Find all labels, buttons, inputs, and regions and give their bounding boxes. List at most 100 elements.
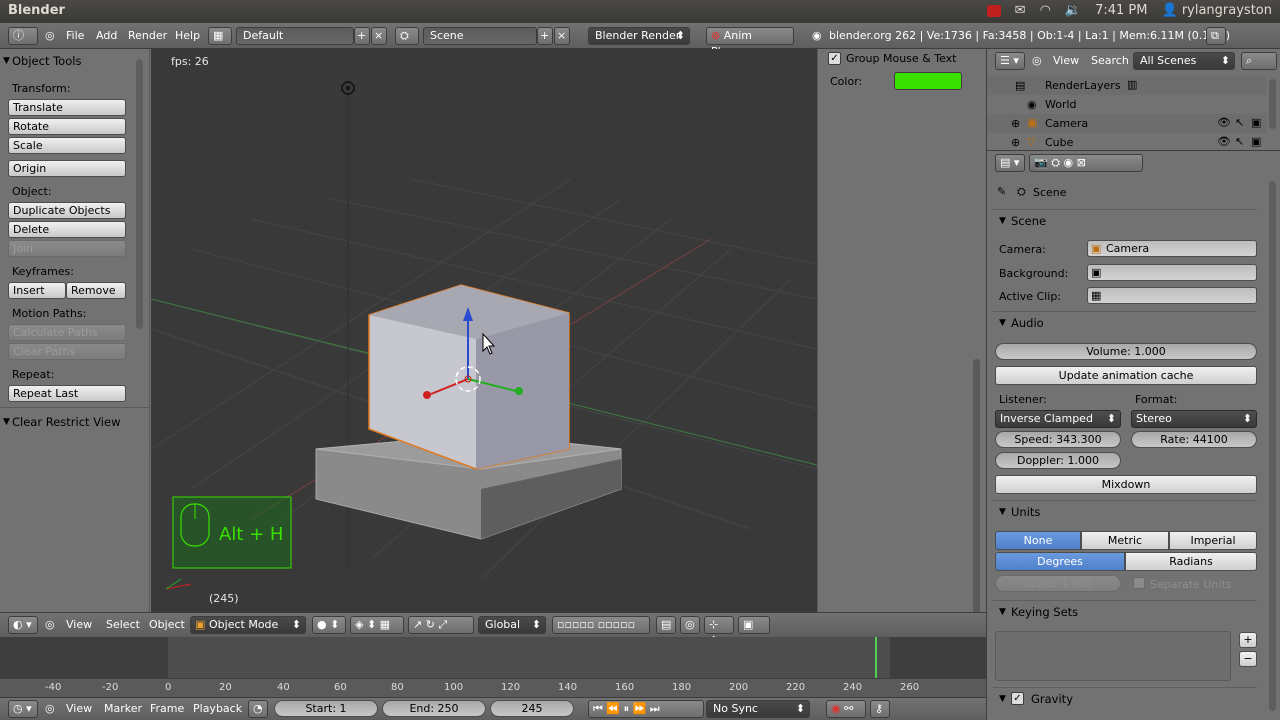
editor-type-button[interactable]: ◐ ▾ [8, 616, 38, 634]
separate-units-checkbox[interactable] [1133, 577, 1145, 589]
fullscreen-icon[interactable]: ⧉ [1206, 27, 1226, 45]
select-cursor-icon[interactable]: ↖ [1235, 135, 1244, 148]
calculate-paths-button[interactable]: Calculate Paths [8, 324, 126, 341]
user-menu[interactable]: 👤 rylangrayston [1161, 3, 1272, 18]
units-imperial-button[interactable]: Imperial [1169, 531, 1257, 550]
pin-icon[interactable]: ✎ [997, 185, 1006, 198]
timeline-scrubber[interactable]: -40 -20 0 20 40 60 80 100 120 140 160 18… [0, 678, 986, 697]
tool-shelf-scrollbar[interactable] [136, 59, 143, 329]
repeat-last-button[interactable]: Repeat Last [8, 385, 126, 402]
keying-sets-panel-header[interactable]: ▼ Keying Sets [987, 601, 1257, 623]
render-buttons[interactable]: ▣ ▶ [738, 616, 770, 647]
add-layout-icon[interactable]: + [354, 27, 370, 45]
render-engine-select[interactable]: Blender Render ⬍ [588, 27, 690, 45]
menu-view[interactable]: View [66, 618, 92, 631]
delete-button[interactable]: Delete [8, 221, 126, 238]
search-icon[interactable]: ⌕ [1241, 52, 1277, 70]
units-none-button[interactable]: None [995, 531, 1081, 550]
visibility-eye-icon[interactable]: 👁 [1217, 116, 1231, 129]
background-field[interactable]: ▣ [1087, 264, 1257, 281]
doppler-field[interactable]: Doppler: 1.000 [995, 452, 1121, 469]
collapse-icon[interactable]: ◎ [45, 618, 55, 631]
menu-object[interactable]: Object [149, 618, 185, 631]
render-camera-icon[interactable]: ▣ [1251, 135, 1261, 148]
viewport-properties-scrollbar[interactable] [970, 49, 986, 649]
manipulator-buttons[interactable]: ↗ ↻ ⤢ [408, 616, 474, 634]
orientation-select[interactable]: Global ⬍ [478, 616, 546, 634]
insert-keyframe-button[interactable]: Insert [8, 282, 66, 299]
editor-type-button[interactable]: ◷ ▾ [8, 700, 38, 718]
anim-player-button[interactable]: ⊗ Anim Player [706, 27, 794, 58]
menu-file[interactable]: File [66, 29, 84, 42]
render-camera-icon[interactable]: ▣ [1251, 116, 1261, 129]
collapse-icon[interactable]: ◎ [1032, 54, 1042, 67]
unit-scale-field[interactable]: Scale: 1.000 [995, 575, 1121, 592]
scrollbar-thumb[interactable] [973, 359, 980, 649]
scene-field[interactable]: Scene [423, 27, 537, 45]
keying-sets-list[interactable] [995, 631, 1231, 681]
remove-keying-set-icon[interactable]: − [1239, 651, 1257, 667]
preview-range-icon[interactable]: ◔ [248, 700, 268, 718]
3d-viewport[interactable]: fps: 26 (245) Alt + H [151, 49, 817, 612]
active-clip-field[interactable]: ▦ [1087, 287, 1257, 304]
expand-icon[interactable]: ⊕ [1011, 117, 1020, 130]
y-arrow-icon[interactable] [515, 387, 523, 395]
visibility-eye-icon[interactable]: 👁 [1217, 135, 1231, 148]
collapse-icon[interactable]: ◎ [45, 29, 55, 42]
pivot-select[interactable]: ◈ ⬍ ▦ [350, 616, 404, 634]
properties-scrollbar[interactable] [1269, 181, 1276, 711]
layer-buttons[interactable]: ▫▫▫▫▫ ▫▫▫▫▫ [552, 616, 650, 634]
outliner-item-camera[interactable]: ⊕ ▣ Camera 👁 ↖ ▣ [987, 114, 1267, 133]
menu-playback[interactable]: Playback [193, 702, 242, 715]
record-keys-button[interactable]: ◉ ⚯ [826, 700, 866, 718]
menu-view[interactable]: View [1053, 54, 1079, 67]
duplicate-objects-button[interactable]: Duplicate Objects [8, 202, 126, 219]
group-mouse-checkbox[interactable]: ✓ [828, 52, 841, 65]
update-animation-cache-button[interactable]: Update animation cache [995, 366, 1257, 385]
menu-marker[interactable]: Marker [104, 702, 142, 715]
clock[interactable]: 7:41 PM [1095, 3, 1147, 18]
clear-paths-button[interactable]: Clear Paths [8, 343, 126, 360]
lock-layers-icon[interactable]: ▤ [656, 616, 676, 634]
menu-add[interactable]: Add [96, 29, 117, 42]
playback-controls[interactable]: ⏮ ⏪ ⏸ ⏩ ⏭ [588, 700, 704, 718]
radians-button[interactable]: Radians [1125, 552, 1257, 571]
volume-field[interactable]: Volume: 1.000 [995, 343, 1257, 360]
join-button[interactable]: Join [8, 240, 126, 257]
menu-frame[interactable]: Frame [150, 702, 184, 715]
remove-keyframe-button[interactable]: Remove [66, 282, 126, 299]
proportional-edit-icon[interactable]: ◎ [680, 616, 700, 634]
sync-select[interactable]: No Sync ⬍ [706, 700, 810, 718]
audio-panel-header[interactable]: ▼ Audio [987, 312, 1257, 334]
shading-select[interactable]: ● ⬍ [312, 616, 346, 634]
rotate-button[interactable]: Rotate [8, 118, 126, 135]
volume-icon[interactable]: 🔉 [1065, 3, 1081, 18]
gravity-checkbox[interactable]: ✓ [1011, 692, 1024, 705]
menu-view[interactable]: View [66, 702, 92, 715]
translate-button[interactable]: Translate [8, 99, 126, 116]
remove-layout-icon[interactable]: × [371, 27, 387, 45]
add-keying-set-icon[interactable]: + [1239, 632, 1257, 648]
screen-layout-icon[interactable]: ▦ [208, 27, 232, 45]
add-scene-icon[interactable]: + [537, 27, 553, 45]
outliner-scrollbar[interactable] [1269, 79, 1276, 129]
scale-button[interactable]: Scale [8, 137, 126, 154]
outliner-item-renderlayers[interactable]: ▤ RenderLayers ▥ [987, 76, 1267, 95]
gravity-panel-header[interactable]: ▼ ✓ Gravity [987, 688, 1257, 710]
degrees-button[interactable]: Degrees [995, 552, 1125, 571]
menu-select[interactable]: Select [106, 618, 140, 631]
scene-panel-header[interactable]: ▼ Scene [987, 210, 1257, 232]
speed-field[interactable]: Speed: 343.300 [995, 431, 1121, 448]
editor-type-button[interactable]: ⓘ ▾ [8, 27, 38, 58]
snap-select[interactable]: ⊹ ⬍ [704, 616, 734, 647]
units-panel-header[interactable]: ▼ Units [987, 501, 1257, 523]
menu-help[interactable]: Help [175, 29, 200, 42]
editor-type-button[interactable]: ▤ ▾ [995, 154, 1025, 172]
remove-scene-icon[interactable]: × [554, 27, 570, 45]
mixdown-button[interactable]: Mixdown [995, 475, 1257, 494]
mail-icon[interactable]: ✉ [1015, 3, 1026, 18]
x-arrow-icon[interactable] [423, 391, 431, 399]
current-frame-line[interactable] [875, 637, 877, 678]
color-swatch[interactable] [894, 72, 962, 90]
end-frame-field[interactable]: End: 250 [382, 700, 486, 717]
